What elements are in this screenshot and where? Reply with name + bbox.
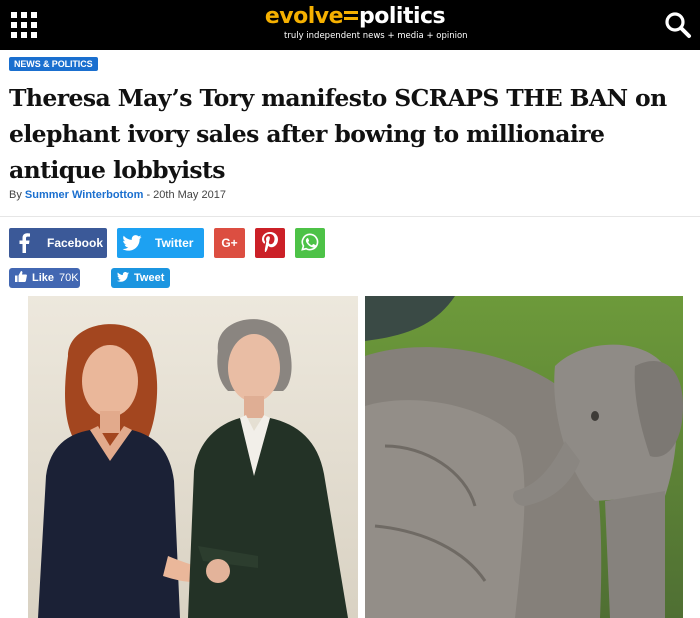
logo-tagline: truly independent news + media + opinion [284,31,468,41]
tweet-button[interactable]: Tweet [111,268,170,288]
pinterest-icon [262,231,278,255]
pinterest-share-button[interactable] [255,228,285,258]
author-link[interactable]: Summer Winterbottom [25,189,143,201]
site-logo[interactable]: evolve politics truly independent news + … [262,4,468,46]
site-header: evolve politics truly independent news + … [0,0,700,50]
twitter-share-button[interactable]: Twitter [117,228,204,258]
whatsapp-share-button[interactable] [295,228,325,258]
tweet-label: Tweet [134,272,165,284]
byline-prefix: By [9,189,22,201]
divider [0,216,700,217]
category-tag[interactable]: NEWS & POLITICS [9,57,98,71]
whatsapp-icon [301,233,319,254]
facebook-icon [9,228,39,258]
byline-separator: - [146,189,151,201]
gplus-share-button[interactable]: G+ [214,228,245,258]
byline: By Summer Winterbottom - 20th May 2017 [9,189,226,201]
logo-wordmark: evolve politics [264,4,446,29]
grid-menu-icon[interactable] [11,12,37,38]
publish-date: 20th May 2017 [153,189,226,201]
like-count: 70K [59,272,79,284]
like-label: Like [32,272,55,284]
elephants-photo[interactable] [365,296,683,618]
gplus-icon: G+ [221,236,238,250]
twitter-icon [117,228,147,258]
two-women-handshake-photo[interactable] [28,296,358,618]
search-icon[interactable] [664,11,692,39]
facebook-share-label: Facebook [47,236,104,250]
facebook-like-button[interactable]: Like 70K [9,268,80,288]
twitter-bird-icon [117,271,129,285]
thumbs-up-icon [15,271,27,285]
article-title: Theresa May’s Tory manifesto SCRAPS THE … [9,84,667,184]
twitter-share-label: Twitter [155,236,194,250]
facebook-share-button[interactable]: Facebook [9,228,107,258]
